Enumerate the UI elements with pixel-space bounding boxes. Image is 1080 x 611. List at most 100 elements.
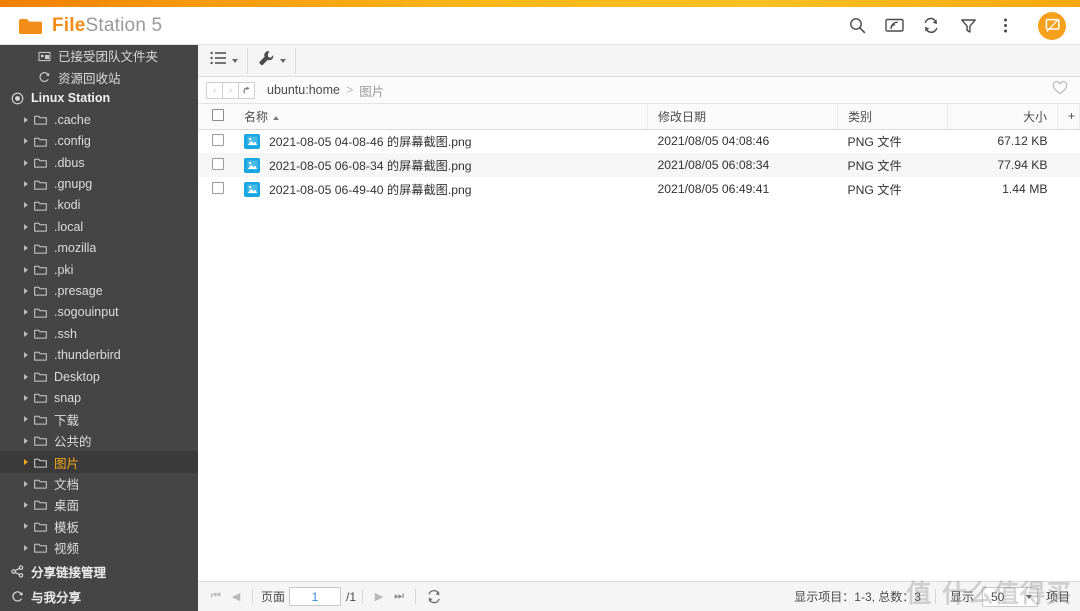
nav-forward-button[interactable]: › bbox=[222, 81, 239, 99]
sidebar-item-dot-thunderbird[interactable]: .thunderbird bbox=[0, 344, 198, 365]
folder-icon bbox=[33, 414, 48, 425]
expand-arrow-icon[interactable] bbox=[24, 437, 28, 444]
expand-arrow-icon[interactable] bbox=[24, 544, 28, 551]
table-row[interactable]: 2021-08-05 06-08-34 的屏幕截图.png 2021/08/05 … bbox=[198, 153, 1080, 177]
sidebar-item-模板[interactable]: 模板 bbox=[0, 516, 198, 537]
more-vertical-icon[interactable] bbox=[995, 16, 1015, 36]
cell-name: 2021-08-05 06-49-40 的屏幕截图.png bbox=[234, 177, 648, 201]
row-select-cell[interactable] bbox=[198, 153, 234, 177]
sidebar: 已接受团队文件夹 资源回收站 Linux Station .cache .con… bbox=[0, 45, 198, 611]
row-checkbox[interactable] bbox=[212, 181, 224, 194]
nav-back-button[interactable]: ‹ bbox=[206, 81, 223, 99]
sidebar-item-Desktop[interactable]: Desktop bbox=[0, 366, 198, 387]
sidebar-item-图片[interactable]: 图片 bbox=[0, 451, 198, 473]
top-accent-strip bbox=[0, 0, 1080, 7]
sidebar-item-share-link-manager[interactable]: 分享链接管理 bbox=[0, 559, 198, 584]
nav-up-button[interactable] bbox=[238, 81, 255, 99]
sidebar-item-linux-station[interactable]: Linux Station bbox=[0, 88, 198, 109]
first-page-button[interactable]: ⏮ bbox=[206, 587, 226, 607]
refresh-icon[interactable] bbox=[921, 16, 941, 36]
sidebar-item-dot-cache[interactable]: .cache bbox=[0, 109, 198, 130]
sidebar-item-dot-sogouinput[interactable]: .sogouinput bbox=[0, 302, 198, 323]
sidebar-item-team-folder[interactable]: 已接受团队文件夹 bbox=[0, 45, 198, 66]
sidebar-item-label: .thunderbird bbox=[54, 348, 121, 363]
row-checkbox[interactable] bbox=[212, 133, 224, 146]
select-all-checkbox[interactable] bbox=[212, 108, 224, 121]
remote-desktop-button[interactable] bbox=[1038, 11, 1066, 40]
expand-arrow-icon[interactable] bbox=[24, 266, 28, 273]
sidebar-item-dot-dbus[interactable]: .dbus bbox=[0, 152, 198, 173]
sidebar-item-dot-presage[interactable]: .presage bbox=[0, 280, 198, 301]
sidebar-item-桌面[interactable]: 桌面 bbox=[0, 494, 198, 515]
expand-arrow-icon[interactable] bbox=[24, 480, 28, 487]
search-icon[interactable] bbox=[847, 16, 867, 36]
column-header-modified[interactable]: 修改日期 bbox=[647, 104, 838, 130]
column-header-size[interactable]: 大小 bbox=[947, 104, 1058, 130]
breadcrumb-current[interactable]: 图片 bbox=[359, 81, 384, 100]
folder-icon bbox=[33, 435, 48, 446]
add-column-button[interactable]: + bbox=[1057, 104, 1080, 130]
sidebar-item-公共的[interactable]: 公共的 bbox=[0, 430, 198, 451]
column-label: 名称 bbox=[244, 109, 269, 124]
expand-arrow-icon[interactable] bbox=[24, 287, 28, 294]
cast-icon[interactable] bbox=[884, 16, 904, 36]
view-mode-button[interactable] bbox=[208, 47, 248, 74]
expand-arrow-icon[interactable] bbox=[24, 501, 28, 508]
expand-arrow-icon[interactable] bbox=[24, 202, 28, 209]
expand-arrow-icon[interactable] bbox=[24, 309, 28, 316]
sidebar-item-文档[interactable]: 文档 bbox=[0, 473, 198, 494]
filter-icon[interactable] bbox=[958, 16, 978, 36]
tools-button[interactable] bbox=[248, 47, 296, 74]
table-row[interactable]: 2021-08-05 06-49-40 的屏幕截图.png 2021/08/05 … bbox=[198, 177, 1080, 201]
page-size-label: 显示 bbox=[949, 590, 974, 604]
sidebar-item-视频[interactable]: 视频 bbox=[0, 537, 198, 558]
expand-arrow-icon[interactable] bbox=[24, 245, 28, 252]
divider bbox=[362, 589, 364, 604]
expand-arrow-icon[interactable] bbox=[24, 330, 28, 337]
sidebar-item-下载[interactable]: 下载 bbox=[0, 409, 198, 430]
expand-arrow-icon[interactable] bbox=[24, 523, 28, 530]
select-all-header[interactable] bbox=[198, 104, 234, 130]
row-select-cell[interactable] bbox=[198, 177, 234, 201]
prev-page-button[interactable]: ◀ bbox=[226, 587, 246, 607]
expand-arrow-icon[interactable] bbox=[24, 373, 28, 380]
column-header-type[interactable]: 类别 bbox=[837, 104, 948, 130]
expand-arrow-icon[interactable] bbox=[24, 181, 28, 188]
page-input[interactable] bbox=[289, 587, 342, 606]
expand-arrow-icon[interactable] bbox=[24, 416, 28, 423]
sidebar-item-dot-local[interactable]: .local bbox=[0, 216, 198, 237]
sidebar-item-dot-gnupg[interactable]: .gnupg bbox=[0, 173, 198, 194]
sidebar-item-dot-config[interactable]: .config bbox=[0, 131, 198, 152]
refresh-icon[interactable] bbox=[426, 589, 442, 604]
sidebar-item-label: .cache bbox=[54, 112, 91, 127]
last-page-button[interactable]: ⏭ bbox=[389, 587, 409, 607]
expand-arrow-icon[interactable] bbox=[24, 459, 28, 466]
divider bbox=[934, 589, 936, 604]
sidebar-item-dot-kodi[interactable]: .kodi bbox=[0, 195, 198, 216]
expand-arrow-icon[interactable] bbox=[24, 116, 28, 123]
row-checkbox[interactable] bbox=[212, 157, 224, 170]
column-header-name[interactable]: 名称 bbox=[234, 104, 648, 130]
sidebar-item-snap[interactable]: snap bbox=[0, 387, 198, 408]
expand-arrow-icon[interactable] bbox=[24, 394, 28, 401]
expand-arrow-icon[interactable] bbox=[24, 352, 28, 359]
cell-type: PNG 文件 bbox=[847, 159, 902, 173]
expand-arrow-icon[interactable] bbox=[24, 159, 28, 166]
sidebar-item-dot-mozilla[interactable]: .mozilla bbox=[0, 238, 198, 259]
page-size-select[interactable]: 50 bbox=[981, 586, 1038, 607]
station-icon bbox=[10, 92, 25, 105]
sidebar-item-shared-with-me[interactable]: 与我分享 bbox=[0, 584, 198, 609]
expand-arrow-icon[interactable] bbox=[24, 223, 28, 230]
sidebar-item-recycle-bin[interactable]: 资源回收站 bbox=[0, 66, 198, 87]
sidebar-item-dot-pki[interactable]: .pki bbox=[0, 259, 198, 280]
next-page-button[interactable]: ▶ bbox=[369, 587, 389, 607]
row-select-cell[interactable] bbox=[198, 129, 234, 153]
expand-arrow-icon[interactable] bbox=[24, 138, 28, 145]
heart-icon[interactable] bbox=[1052, 80, 1068, 100]
breadcrumb-root[interactable]: ubuntu:home bbox=[267, 83, 340, 97]
file-table: 名称 修改日期 类别 大小 + 2021-08-05 04-08-46 的屏幕截… bbox=[198, 104, 1080, 201]
table-row[interactable]: 2021-08-05 04-08-46 的屏幕截图.png 2021/08/05 … bbox=[198, 129, 1080, 153]
file-toolbar bbox=[198, 45, 1080, 77]
sidebar-item-dot-ssh[interactable]: .ssh bbox=[0, 323, 198, 344]
breadcrumb-bar: ‹ › ubuntu:home > 图片 bbox=[198, 77, 1080, 104]
